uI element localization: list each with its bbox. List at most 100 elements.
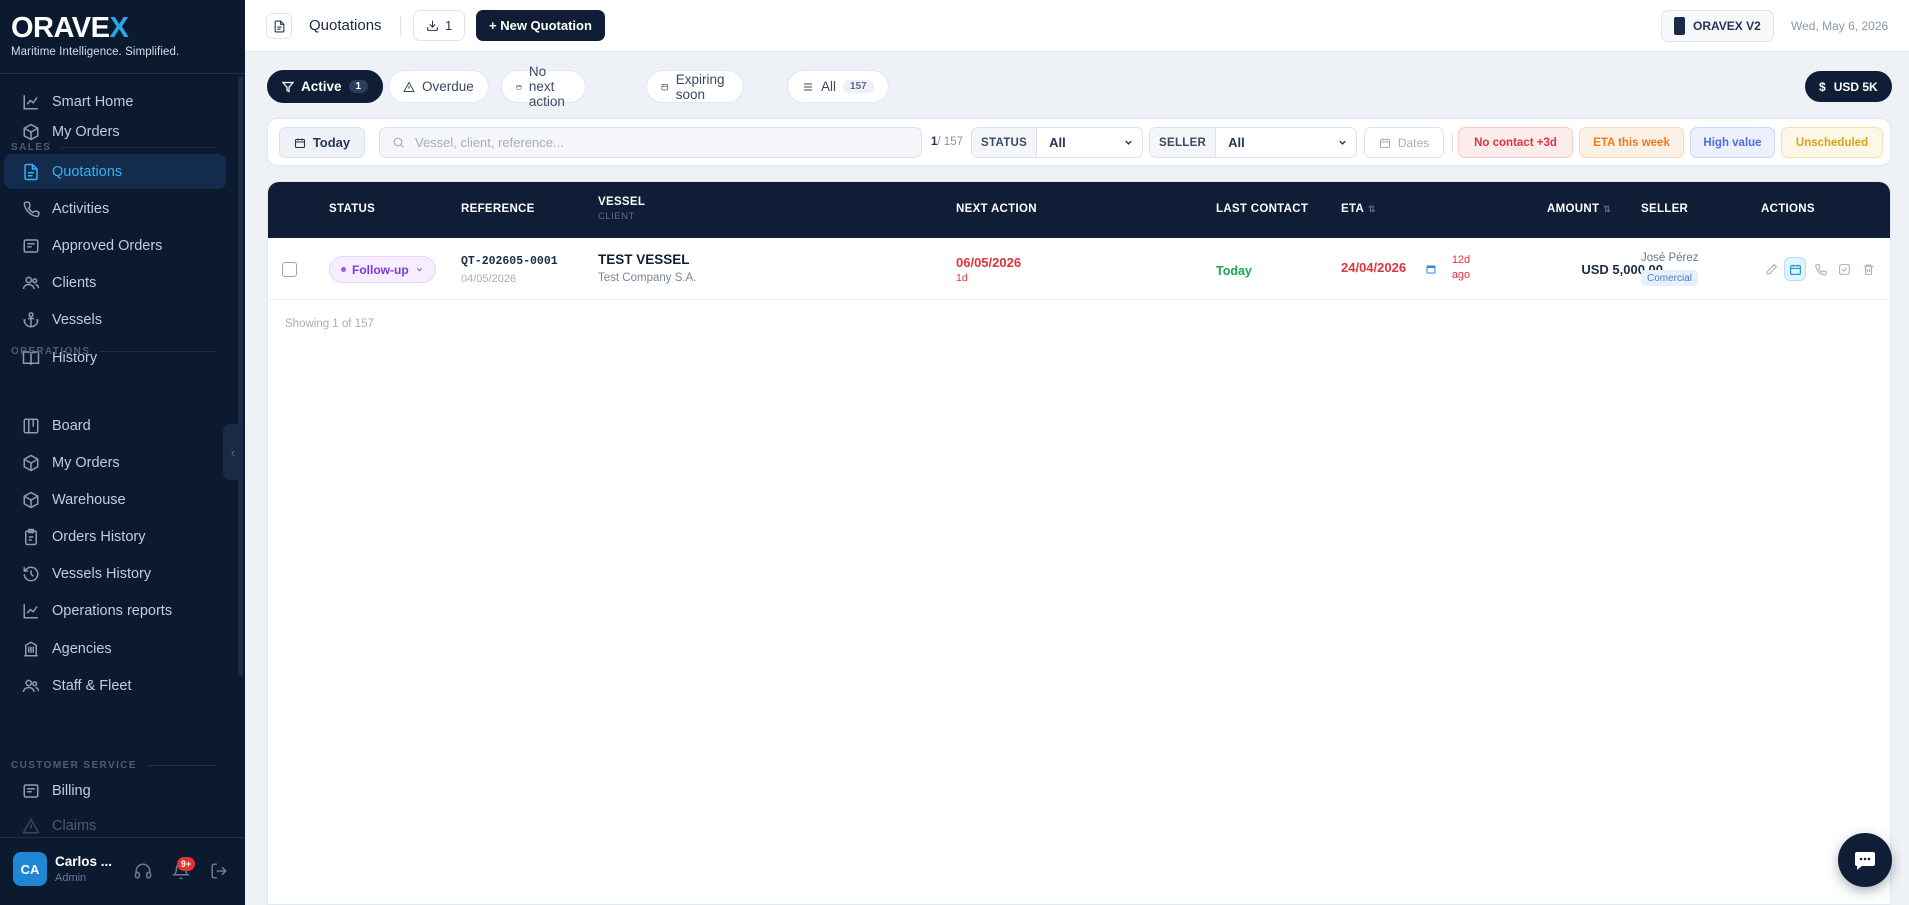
topbar: Quotations 1 + New Quotation ORAVEX V2 W…	[245, 0, 1909, 52]
board-icon	[23, 418, 39, 433]
dates-button[interactable]: Dates	[1364, 127, 1444, 158]
column-status[interactable]: STATUS	[329, 203, 375, 215]
column-eta[interactable]: ETA ⇅	[1341, 203, 1376, 215]
call-button[interactable]	[1809, 257, 1831, 281]
seller-filter-label: SELLER	[1150, 128, 1217, 157]
sidebar-item-label: Vessels History	[52, 565, 152, 582]
chart-line-icon	[23, 603, 38, 618]
sort-icon: ⇅	[1603, 204, 1612, 214]
today-label: Today	[312, 135, 351, 150]
sidebar-item-label: My Orders	[52, 123, 120, 140]
sidebar-item-ops-my-orders[interactable]: My Orders	[4, 445, 226, 480]
sidebar-item-warehouse[interactable]: Warehouse	[4, 482, 226, 517]
delete-button[interactable]	[1857, 257, 1879, 281]
avatar[interactable]: CA	[13, 852, 47, 886]
column-amount[interactable]: AMOUNT ⇅	[1547, 203, 1611, 215]
approve-button[interactable]	[1833, 257, 1855, 281]
total-value-chip[interactable]: $ USD 5K	[1805, 71, 1892, 102]
new-quotation-button[interactable]: + New Quotation	[476, 10, 605, 41]
edit-button[interactable]	[1760, 257, 1782, 281]
tab-active[interactable]: Active 1	[267, 70, 384, 103]
seller-filter[interactable]: SELLER All	[1149, 127, 1357, 158]
sidebar-item-claims[interactable]: Claims	[4, 808, 226, 836]
building-icon	[24, 640, 38, 656]
export-button[interactable]: 1	[413, 10, 466, 41]
chevron-down-icon	[1125, 140, 1132, 145]
anchor-icon	[23, 311, 39, 327]
sidebar-item-orders-history[interactable]: Orders History	[4, 519, 226, 554]
sidebar-item-clients[interactable]: Clients	[4, 265, 226, 300]
sidebar-item-vessels[interactable]: Vessels	[4, 302, 226, 337]
schedule-button[interactable]	[1784, 257, 1806, 281]
quick-filter-no-contact[interactable]: No contact +3d	[1458, 127, 1573, 158]
sidebar-item-label: Activities	[52, 200, 110, 217]
status-filter[interactable]: STATUS All	[971, 127, 1143, 158]
phone-device-icon	[1674, 17, 1685, 35]
quick-filter-unscheduled[interactable]: Unscheduled	[1781, 127, 1883, 158]
sidebar-nav: Smart Home My Orders SALES Quotations Ac…	[0, 84, 238, 836]
sidebar-item-vessels-history[interactable]: Vessels History	[4, 556, 226, 591]
sidebar-item-billing[interactable]: Billing	[4, 773, 226, 808]
column-next-action[interactable]: NEXT ACTION	[956, 203, 1037, 215]
app-version-label: ORAVEX V2	[1693, 19, 1761, 33]
chat-button[interactable]	[1838, 833, 1892, 887]
phone-icon	[23, 200, 40, 217]
table-header: STATUS REFERENCE VESSEL CLIENT NEXT ACTIO…	[268, 182, 1890, 238]
client-name: Test Company S.A.	[598, 272, 697, 284]
sidebar-item-operations-reports[interactable]: Operations reports	[4, 593, 226, 628]
sidebar-item-quotations[interactable]: Quotations	[4, 154, 226, 189]
box-icon	[23, 123, 39, 140]
reference[interactable]: QT-202605-0001	[461, 255, 558, 268]
user-role: Admin	[55, 872, 87, 884]
seller-role-badge: Comercial	[1641, 270, 1699, 286]
sidebar-item-staff-fleet[interactable]: Staff & Fleet	[4, 668, 226, 703]
calendar-icon	[1789, 264, 1801, 275]
eta-date: 24/04/2026	[1341, 260, 1407, 275]
tab-no-next-action[interactable]: No next action	[501, 64, 587, 109]
sidebar-item-approved-orders[interactable]: Approved Orders	[4, 228, 226, 263]
headset-icon[interactable]	[134, 862, 152, 880]
today-button[interactable]: Today	[279, 127, 365, 158]
sidebar-item-board[interactable]: Board	[4, 408, 226, 443]
table-row[interactable]: Follow-up QT-202605-0001 04/05/2026 TEST…	[268, 238, 1890, 300]
tab-label: Active	[301, 79, 342, 94]
divider	[400, 16, 401, 36]
chat-icon	[1855, 852, 1875, 870]
collapse-sidebar-button[interactable]: ‹	[223, 424, 243, 480]
app-version-button[interactable]: ORAVEX V2	[1661, 10, 1774, 42]
logout-icon[interactable]	[210, 862, 228, 880]
column-seller[interactable]: SELLER	[1641, 203, 1688, 215]
column-reference[interactable]: REFERENCE	[461, 203, 535, 215]
search-input[interactable]	[415, 135, 895, 150]
sidebar-item-label: Claims	[52, 817, 97, 834]
sidebar-scrollbar[interactable]	[238, 76, 243, 676]
reference-date: 04/05/2026	[461, 273, 517, 285]
row-checkbox[interactable]	[282, 262, 297, 277]
hourglass-icon	[661, 83, 669, 90]
pencil-icon	[1766, 263, 1777, 274]
sidebar-item-activities[interactable]: Activities	[4, 191, 226, 226]
sidebar-item-label: Operations reports	[52, 602, 173, 619]
quick-filter-high-value[interactable]: High value	[1690, 127, 1775, 158]
brand[interactable]: ORAVEX Maritime Intelligence. Simplified…	[11, 12, 179, 58]
tab-expiring-soon[interactable]: Expiring soon	[646, 70, 744, 103]
column-vessel[interactable]: VESSEL CLIENT	[598, 196, 645, 222]
showing-count: Showing 1 of 157	[285, 318, 374, 330]
next-action-date[interactable]: 06/05/2026	[956, 255, 1021, 270]
page-title: Quotations	[309, 17, 382, 34]
sidebar-item-agencies[interactable]: Agencies	[4, 631, 226, 666]
status-dropdown[interactable]: Follow-up	[329, 256, 436, 283]
tab-all[interactable]: All 157	[787, 70, 889, 103]
user-bar: CA Carlos ... Admin 9+	[0, 837, 245, 905]
column-last-contact[interactable]: LAST CONTACT	[1216, 203, 1308, 215]
search-icon	[393, 137, 404, 148]
calendar-icon[interactable]	[1425, 263, 1437, 275]
quick-filter-eta-this-week[interactable]: ETA this week	[1579, 127, 1684, 158]
section-sales: SALES	[11, 142, 216, 153]
status-label: Follow-up	[352, 262, 409, 277]
vessel-name[interactable]: TEST VESSEL	[598, 252, 690, 267]
search-box[interactable]	[379, 127, 922, 158]
sidebar-item-label: Board	[52, 417, 91, 434]
history-icon	[23, 566, 39, 581]
tab-overdue[interactable]: Overdue	[388, 70, 489, 103]
